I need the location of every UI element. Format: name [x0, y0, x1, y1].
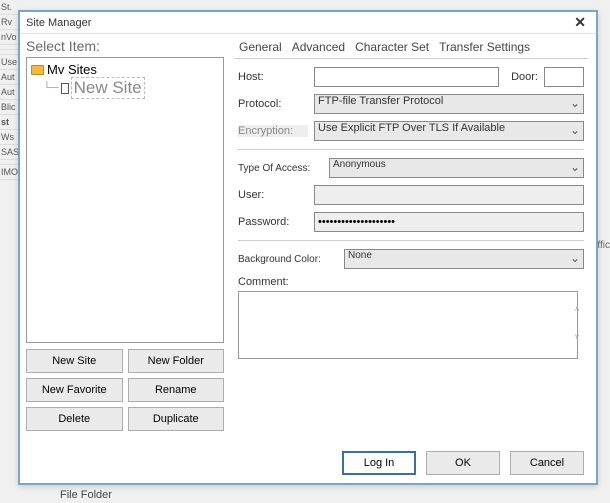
password-input — [314, 212, 584, 232]
encryption-label: Encryption: — [238, 125, 308, 137]
new-favorite-button[interactable]: New Favorite — [26, 378, 123, 402]
site-icon — [61, 83, 69, 94]
sites-tree[interactable]: Mv Sites └─ New Site — [26, 57, 224, 343]
delete-button[interactable]: Delete — [26, 407, 123, 431]
left-pane: Select Item: Mv Sites └─ New Site New Si… — [20, 34, 230, 444]
door-input[interactable] — [544, 67, 584, 87]
login-button[interactable]: Log In — [342, 451, 416, 475]
folder-icon — [31, 65, 44, 75]
tab-charset[interactable]: Character Set — [350, 38, 434, 56]
background-footer: File Folder — [60, 489, 112, 501]
tree-root[interactable]: Mv Sites — [31, 62, 219, 77]
select-item-label: Select Item: — [26, 38, 224, 54]
comment-textarea[interactable] — [238, 291, 578, 359]
user-label: User: — [238, 189, 308, 201]
duplicate-button[interactable]: Duplicate — [128, 407, 225, 431]
comment-label: Comment: — [238, 276, 289, 288]
tab-general[interactable]: General — [234, 38, 287, 56]
tree-branch-icon: └─ — [43, 82, 59, 94]
host-input[interactable] — [314, 67, 499, 87]
titlebar: Site Manager ✕ — [20, 12, 596, 34]
door-label: Door: — [511, 71, 538, 83]
dialog-title: Site Manager — [26, 17, 91, 29]
user-input — [314, 185, 584, 205]
bgcolor-select[interactable]: None — [344, 249, 584, 269]
protocol-select[interactable]: FTP-file Transfer Protocol — [314, 94, 584, 114]
password-label: Password: — [238, 216, 308, 228]
close-icon[interactable]: ✕ — [570, 14, 590, 31]
new-site-button[interactable]: New Site — [26, 349, 123, 373]
new-folder-button[interactable]: New Folder — [128, 349, 225, 373]
ok-button[interactable]: OK — [426, 451, 500, 475]
tab-transfer[interactable]: Transfer Settings — [434, 38, 535, 56]
bgcolor-label: Background Color: — [238, 254, 338, 265]
right-pane: General Advanced Character Set Transfer … — [230, 34, 596, 444]
host-label: Host: — [238, 71, 308, 83]
tree-item-new-site[interactable]: └─ New Site — [43, 77, 219, 99]
access-type-label: Type Of Access: — [238, 163, 323, 174]
background-right: ffic — [597, 240, 610, 251]
tab-bar: General Advanced Character Set Transfer … — [234, 38, 588, 59]
background-sidebar: St.RvnVo UseAutAut Blicst WsSAS IMO — [0, 0, 20, 480]
site-manager-dialog: Site Manager ✕ Select Item: Mv Sites └─ … — [18, 10, 598, 485]
rename-button[interactable]: Rename — [128, 378, 225, 402]
encryption-select[interactable]: Use Explicit FTP Over TLS If Available — [314, 121, 584, 141]
access-type-select[interactable]: Anonymous — [329, 158, 584, 178]
protocol-label: Protocol: — [238, 98, 308, 110]
tab-advanced[interactable]: Advanced — [287, 38, 350, 56]
cancel-button[interactable]: Cancel — [510, 451, 584, 475]
